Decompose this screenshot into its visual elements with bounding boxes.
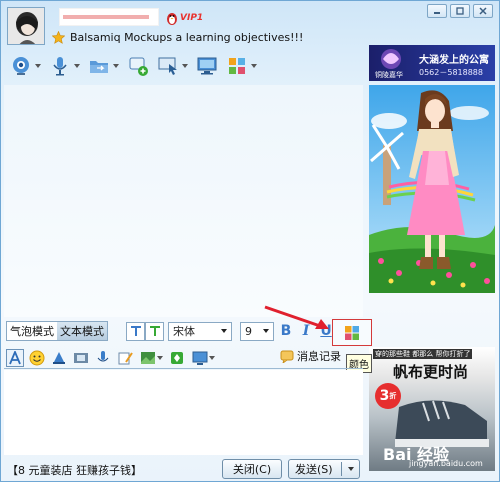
pointer-arrow-annotation (264, 305, 329, 329)
status-message: Balsamiq Mockups a learning objectives!!… (70, 31, 304, 44)
chevron-down-icon (208, 355, 215, 360)
chevron-down-icon (251, 64, 257, 68)
video-call-button[interactable] (7, 54, 44, 78)
watermark-url: jingyan.baidu.com (409, 459, 483, 468)
close-button[interactable]: 关闭(C) (222, 459, 282, 479)
avatar-show-image[interactable] (369, 85, 495, 293)
send-options-separator (341, 462, 342, 476)
smiley-icon (29, 350, 45, 365)
create-group-button[interactable] (124, 54, 152, 78)
promo-link[interactable]: 【8 元童装店 狂赚孩子钱】 (7, 462, 142, 478)
maximize-button[interactable] (450, 4, 470, 18)
color-palette-icon (345, 325, 359, 340)
film-icon (74, 352, 88, 363)
chevron-down-icon[interactable] (348, 467, 354, 471)
folder-icon (90, 61, 108, 73)
voice-call-button[interactable] (46, 54, 83, 78)
ad-banner-bottom[interactable]: 穿的那些鞋 都那么 帮你打折了 帆布更时尚 3折 Bai 经验 jingyan.… (369, 347, 495, 471)
chevron-down-icon (182, 64, 188, 68)
font-family-value: 宋体 (173, 325, 195, 338)
remote-desktop-icon (158, 57, 177, 75)
font-size-value: 9 (245, 324, 252, 338)
microphone-icon (97, 350, 109, 361)
chevron-down-icon (217, 323, 231, 340)
message-history-button[interactable]: 消息记录 (280, 348, 341, 364)
font-a-icon (9, 350, 21, 364)
vip-label: VIP1 (180, 13, 204, 23)
font-style-button[interactable] (126, 321, 145, 341)
message-input[interactable] (4, 370, 363, 455)
qq-penguin-icon (167, 13, 177, 25)
vip-badge[interactable]: VIP1 (166, 10, 203, 26)
message-history-label: 消息记录 (297, 350, 341, 363)
chevron-down-icon (113, 64, 119, 68)
ad-phone: 0562－5818888 (419, 68, 483, 77)
minimize-button[interactable] (427, 4, 447, 18)
avatar[interactable] (7, 7, 45, 45)
display-mode-toggle: 气泡模式 文本模式 (6, 321, 108, 341)
bell-icon (53, 351, 65, 364)
microphone-icon (53, 57, 67, 76)
chat-history-area[interactable] (4, 85, 363, 317)
maximize-icon (456, 7, 464, 15)
add-chat-icon (129, 57, 148, 76)
remote-assist-button[interactable] (154, 54, 191, 78)
screen-share-icon (197, 57, 217, 75)
cartoon-girl-illustration (369, 85, 495, 293)
chevron-down-icon (156, 355, 163, 360)
chat-history-icon (280, 350, 294, 363)
apps-button[interactable] (223, 54, 260, 78)
send-file-button[interactable] (85, 54, 122, 78)
screen-capture-button[interactable] (190, 349, 216, 367)
screenshot-icon (192, 351, 207, 365)
gift-icon (171, 351, 183, 364)
send-button[interactable]: 发送(S) (288, 459, 360, 479)
bubble-mode-button[interactable]: 气泡模式 (7, 322, 57, 340)
status-line: Balsamiq Mockups a learning objectives!!… (52, 31, 303, 44)
main-toolbar (7, 53, 260, 79)
pencil-icon (118, 351, 133, 364)
image-icon (140, 351, 155, 364)
text-t-icon (130, 326, 141, 336)
ad-title: 大涵发上的公寓 (419, 55, 489, 66)
image-button[interactable] (138, 349, 164, 367)
window-controls (427, 4, 493, 18)
text-mode-button[interactable]: 文本模式 (57, 322, 107, 340)
webcam-icon (13, 57, 29, 75)
video-clip-button[interactable] (72, 349, 90, 367)
apps-icon (229, 58, 245, 74)
close-window-button[interactable] (473, 4, 493, 18)
voice-message-button[interactable] (94, 349, 112, 367)
chevron-down-icon (35, 64, 41, 68)
font-settings-button[interactable] (6, 348, 24, 367)
font-color-t-button[interactable] (145, 321, 164, 341)
close-icon (479, 7, 487, 15)
send-button-label: 发送(S) (295, 463, 333, 476)
colored-text-icon (149, 326, 160, 336)
shake-button[interactable] (50, 349, 68, 367)
emoji-button[interactable] (28, 349, 46, 367)
chevron-down-icon (74, 64, 80, 68)
minimize-icon (434, 12, 440, 14)
chat-window: VIP1 Balsamiq Mockups a learning objecti… (0, 0, 500, 482)
ad-brand: 铜陵嘉华 (375, 71, 403, 79)
ad-banner-top[interactable]: 大涵发上的公寓 0562－5818888 铜陵嘉华 (369, 45, 495, 81)
send-gift-button[interactable] (168, 349, 186, 367)
star-icon (52, 31, 65, 44)
handwriting-button[interactable] (116, 349, 134, 367)
screen-share-button[interactable] (193, 54, 221, 78)
contact-name-redacted (63, 15, 149, 19)
font-family-select[interactable]: 宋体 (168, 321, 232, 341)
